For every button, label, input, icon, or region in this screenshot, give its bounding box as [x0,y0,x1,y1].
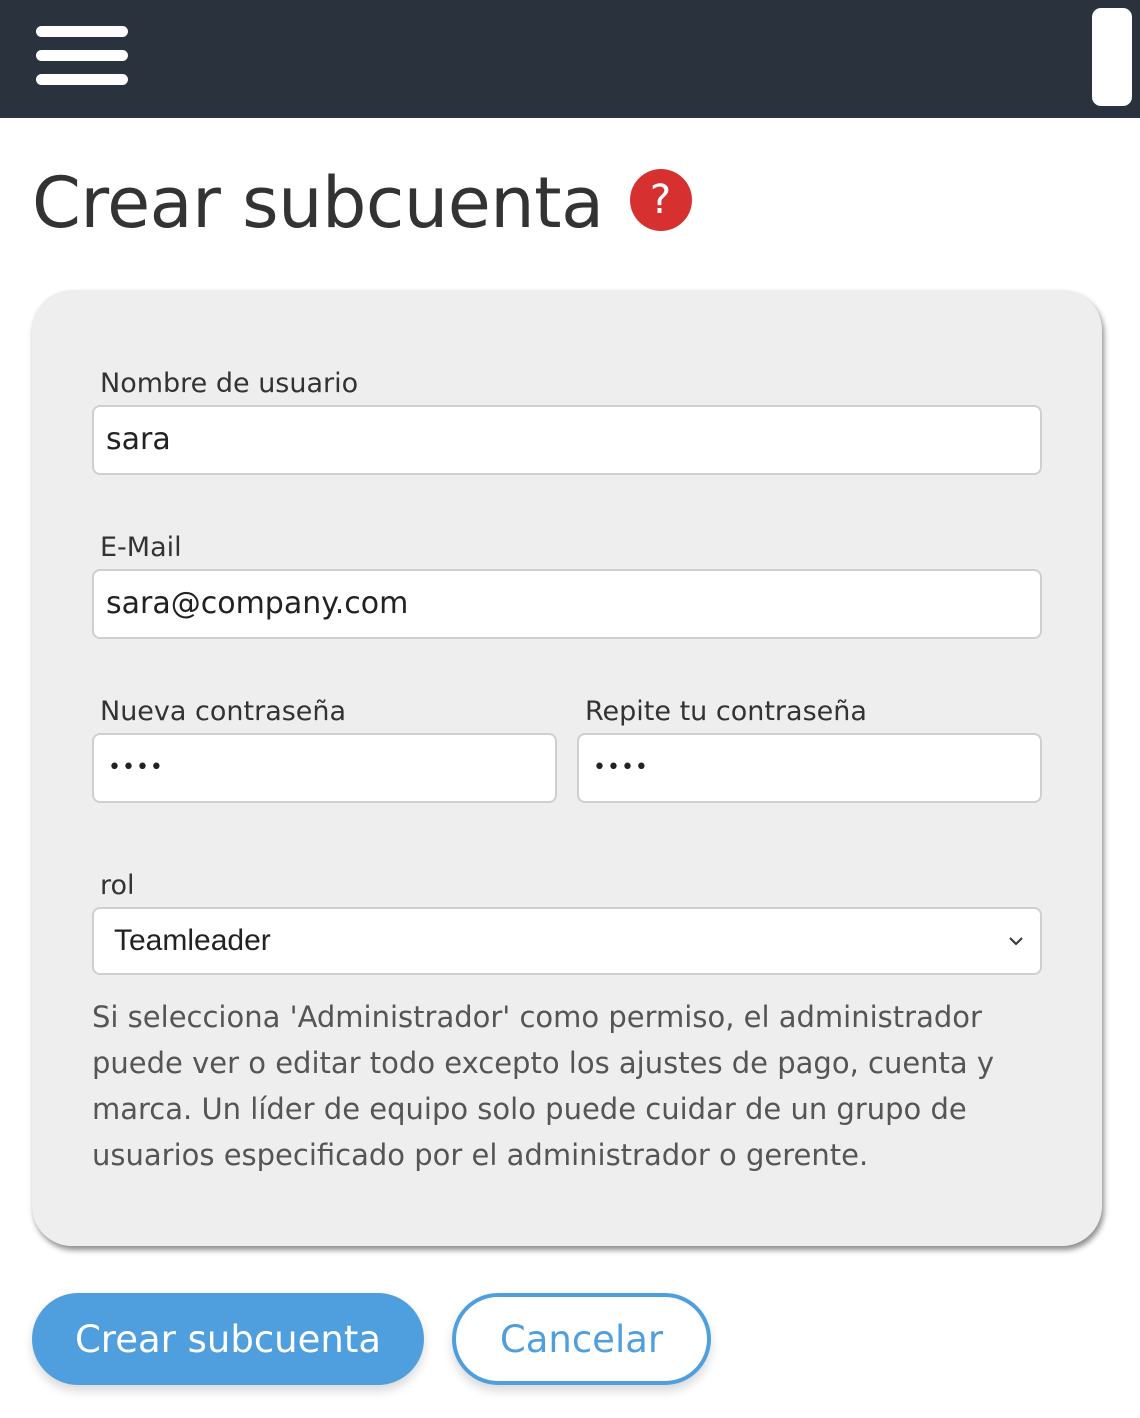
cancel-button[interactable]: Cancelar [452,1293,711,1385]
username-input[interactable]: sara [92,405,1042,475]
page-title: Crear subcuenta [32,162,604,244]
repeat-password-label: Repite tu contraseña [585,696,867,727]
page-header: Crear subcuenta ? [32,158,692,248]
repeat-password-input[interactable]: •••• [577,733,1042,803]
email-label: E-Mail [100,532,182,563]
hamburger-line [36,50,128,61]
chevron-down-icon [1009,937,1023,946]
role-label: rol [100,870,135,901]
help-question-icon[interactable]: ? [629,169,692,231]
create-subaccount-button[interactable]: Crear subcuenta [32,1293,424,1385]
hamburger-line [36,26,128,37]
top-navigation-bar [0,0,1140,118]
role-help-text: Si selecciona 'Administrador' como permi… [92,1000,995,1172]
role-select-value: Teamleader [114,924,271,957]
new-password-label: Nueva contraseña [100,696,347,727]
role-select[interactable]: Teamleader [92,907,1042,975]
topbar-right-button[interactable] [1092,8,1132,106]
hamburger-line [36,74,128,85]
hamburger-menu-icon[interactable] [36,26,128,86]
new-password-input[interactable]: •••• [92,733,557,803]
subaccount-form-card: Nombre de usuario sara E-Mail sara@compa… [32,290,1102,1246]
username-label: Nombre de usuario [100,368,359,399]
email-input[interactable]: sara@company.com [92,569,1042,639]
